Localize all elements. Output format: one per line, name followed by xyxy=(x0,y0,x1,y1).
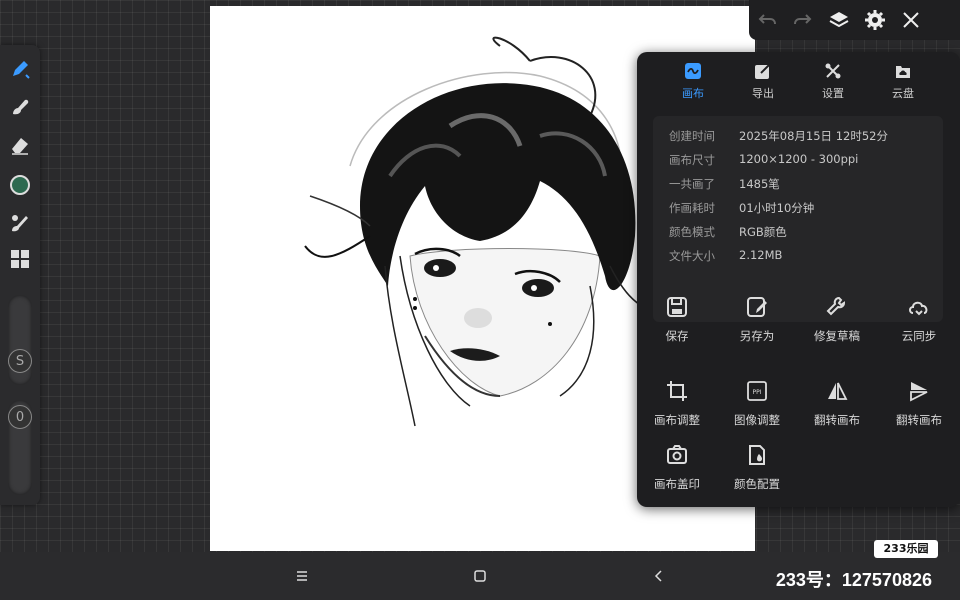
cloud-sync-button[interactable]: 云同步 xyxy=(879,292,959,344)
canvas-stamp-button[interactable]: 画布盖印 xyxy=(637,440,717,492)
image-adjust-button[interactable]: PPI 图像调整 xyxy=(717,376,797,428)
menu-icon[interactable] xyxy=(290,566,314,586)
panel-tabs: 画布 导出 设置 云盘 xyxy=(637,60,960,104)
flip-vertical-button[interactable]: 翻转画布 xyxy=(879,376,959,428)
svg-text:PPI: PPI xyxy=(752,389,761,396)
left-toolbar: S 0 xyxy=(0,45,40,505)
tab-canvas[interactable]: 画布 xyxy=(663,60,723,101)
close-icon[interactable] xyxy=(893,2,929,38)
settings-tools-icon xyxy=(803,60,863,82)
grid-icon[interactable] xyxy=(6,245,34,273)
flip-vertical-icon xyxy=(879,376,959,406)
repair-draft-button[interactable]: 修复草稿 xyxy=(797,292,877,344)
tab-export[interactable]: 导出 xyxy=(733,60,793,101)
color-profile-button[interactable]: 颜色配置 xyxy=(717,440,797,492)
pen-icon[interactable] xyxy=(6,55,34,83)
brush-size-knob[interactable]: S xyxy=(8,349,32,373)
ppi-icon: PPI xyxy=(717,376,797,406)
flip-horizontal-button[interactable]: 翻转画布 xyxy=(797,376,877,428)
save-as-icon xyxy=(717,292,797,322)
save-as-button[interactable]: 另存为 xyxy=(717,292,797,344)
tab-settings[interactable]: 设置 xyxy=(803,60,863,101)
flip-horizontal-icon xyxy=(797,376,877,406)
canvas-icon xyxy=(663,60,723,82)
save-icon xyxy=(637,292,717,322)
top-right-bar xyxy=(749,0,960,40)
canvas-adjust-button[interactable]: 画布调整 xyxy=(637,376,717,428)
home-icon[interactable] xyxy=(468,566,492,586)
opacity-knob[interactable]: 0 xyxy=(8,405,32,429)
save-button[interactable]: 保存 xyxy=(637,292,717,344)
crop-icon xyxy=(637,376,717,406)
canvas-info-panel: 画布 导出 设置 云盘 创建时间 2025年08月15日 12时52分 画布尺寸… xyxy=(637,52,960,507)
cloud-drive-icon xyxy=(873,60,933,82)
back-icon[interactable] xyxy=(647,566,671,586)
redo-icon[interactable] xyxy=(785,2,821,38)
layers-icon[interactable] xyxy=(821,2,857,38)
settings-icon[interactable] xyxy=(857,2,893,38)
export-icon xyxy=(733,60,793,82)
color-swatch[interactable] xyxy=(6,171,34,199)
color-profile-icon xyxy=(717,440,797,470)
undo-icon[interactable] xyxy=(749,2,785,38)
stamp-camera-icon xyxy=(637,440,717,470)
eraser-icon[interactable] xyxy=(6,131,34,159)
account-id-text: 233号：127570826 xyxy=(775,570,932,590)
repair-icon xyxy=(797,292,877,322)
brush-library-icon[interactable] xyxy=(6,209,34,237)
tab-cloud-drive[interactable]: 云盘 xyxy=(873,60,933,101)
watermark-logo: 233乐园 xyxy=(874,540,938,558)
smudge-icon[interactable] xyxy=(6,93,34,121)
cloud-sync-icon xyxy=(879,292,959,322)
